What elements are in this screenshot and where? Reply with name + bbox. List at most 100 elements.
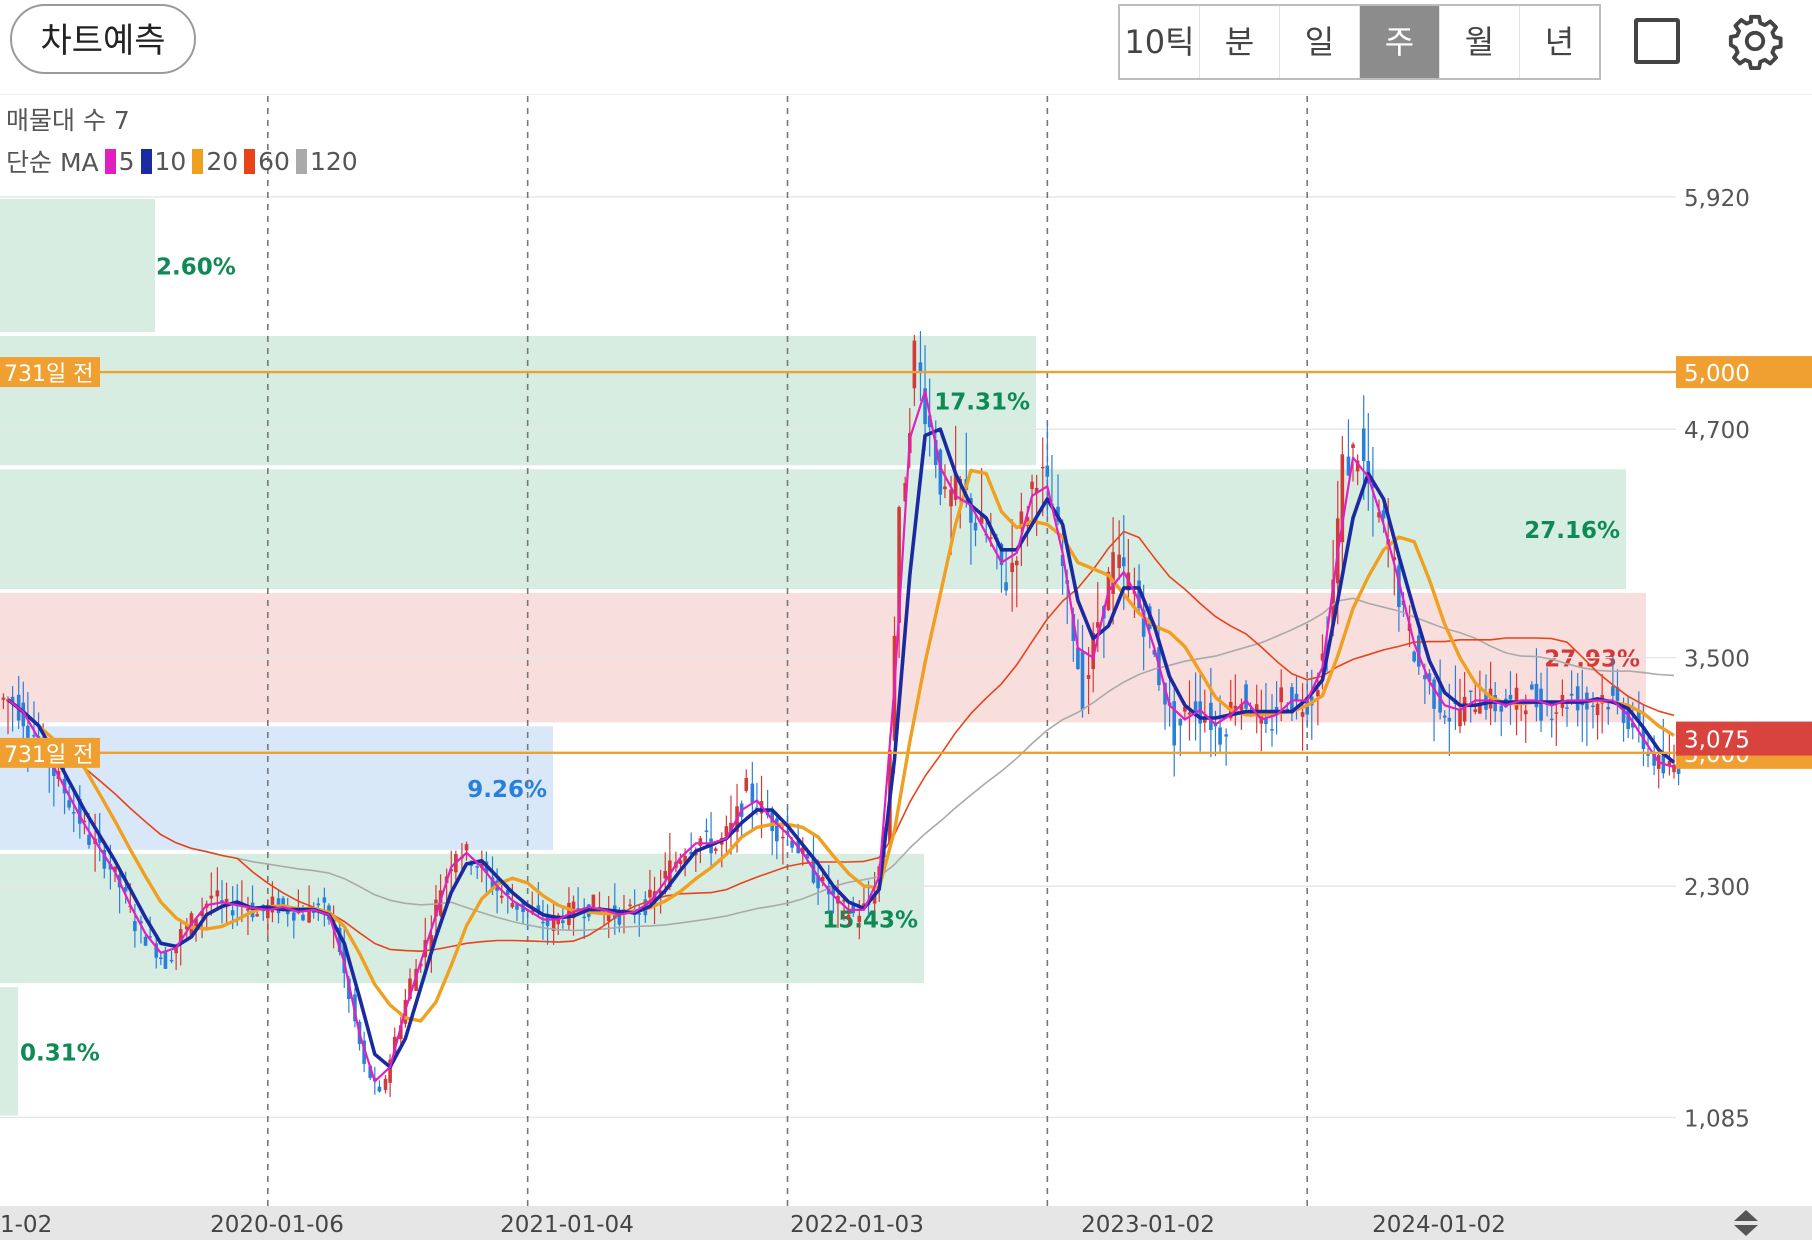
candle-body <box>1499 705 1504 712</box>
ma-legend-period: 60 <box>258 146 290 176</box>
candle-body <box>1595 703 1600 716</box>
candle-body <box>781 836 785 839</box>
x-tick-label: 2023-01-02 <box>1081 1212 1215 1238</box>
candle-body <box>383 1078 388 1091</box>
candle-body <box>1076 647 1080 670</box>
candle-body <box>1004 582 1008 591</box>
candle-body <box>628 904 632 907</box>
candle-body <box>499 895 504 898</box>
candle-body <box>846 914 851 919</box>
candle-body <box>1554 712 1559 714</box>
candle-body <box>209 895 214 899</box>
candle-body <box>1351 444 1355 448</box>
current-price-label: 3,075 <box>1684 728 1750 754</box>
candle-body <box>1569 693 1574 696</box>
candle-body <box>26 725 30 738</box>
candle-body <box>1178 718 1183 726</box>
x-tick-label: 2024-01-02 <box>1372 1212 1506 1238</box>
candle-body <box>1244 684 1248 709</box>
candle-body <box>1316 690 1320 697</box>
candle-body <box>1361 428 1366 462</box>
volume-zone-6 <box>0 987 18 1116</box>
ma-legend-period: 10 <box>154 146 187 176</box>
candle-body <box>1224 734 1228 737</box>
candle-body <box>1473 709 1478 713</box>
candle-body <box>475 866 480 868</box>
candle-body <box>1611 686 1615 696</box>
volume-profile-legend: 매물대 수 7 <box>6 101 130 137</box>
candle-body <box>1508 694 1513 700</box>
candle-body <box>1458 708 1462 727</box>
candle-body <box>67 800 71 808</box>
y-tick-label: 5,920 <box>1684 186 1750 212</box>
candle-body <box>1187 712 1192 715</box>
candle-body <box>1447 717 1452 722</box>
candle-body <box>1565 707 1569 709</box>
candle-body <box>1014 560 1019 566</box>
candle-body <box>1040 466 1045 469</box>
candle-body <box>255 914 259 917</box>
ma-swatch-5 <box>104 148 116 174</box>
candle-body <box>133 921 137 932</box>
reference-price-label: 5,000 <box>1684 361 1750 387</box>
price-chart[interactable]: 2.60%17.31%27.16%27.93%9.26%15.43%0.31%7… <box>0 0 1812 1240</box>
candle-body <box>1030 481 1034 490</box>
candle-body <box>1468 690 1473 693</box>
candle-body <box>159 957 163 959</box>
candle-body <box>1514 687 1519 710</box>
volume-zone-2 <box>0 469 1626 590</box>
y-tick-label: 2,300 <box>1684 875 1750 901</box>
candle-body <box>1432 679 1436 709</box>
candle-body <box>1591 705 1595 708</box>
candle-body <box>1646 754 1650 756</box>
x-tick-label: 2022-01-03 <box>790 1212 924 1238</box>
candle-body <box>1606 706 1611 710</box>
candle-body <box>215 890 220 897</box>
ma-legend: 단순 MA 5 10 20 60 120 <box>6 143 358 179</box>
ma-legend-label: 단순 MA <box>6 148 99 177</box>
candle-body <box>1575 686 1580 711</box>
candle-body <box>1080 651 1085 710</box>
candle-body <box>1294 693 1299 701</box>
candle-body <box>316 903 321 906</box>
candle-body <box>541 921 545 924</box>
candle-body <box>713 848 718 851</box>
candle-body <box>163 950 168 969</box>
reference-tag-label: 731일 전 <box>4 743 93 768</box>
candle-body <box>973 522 978 531</box>
x-tick-label: 1-02 <box>0 1212 52 1238</box>
candle-body <box>1086 675 1091 679</box>
candle-body <box>87 834 91 845</box>
candle-body <box>230 910 235 916</box>
volume-zone-pct: 2.60% <box>156 254 236 280</box>
candle-body <box>32 735 36 737</box>
candle-body <box>1462 696 1467 722</box>
candle-body <box>698 838 703 846</box>
ma-legend-period: 5 <box>118 146 135 176</box>
candle-body <box>1523 710 1528 715</box>
candle-body <box>143 936 148 946</box>
volume-zone-pct: 15.43% <box>822 908 918 934</box>
candle-body <box>1218 727 1222 745</box>
candle-body <box>912 340 917 389</box>
volume-zone-pct: 9.26% <box>467 777 547 803</box>
scroll-arrows-icon[interactable] <box>1726 1208 1766 1238</box>
y-tick-label: 4,700 <box>1684 418 1750 444</box>
candle-body <box>1530 684 1534 690</box>
y-tick-label: 1,085 <box>1684 1106 1750 1132</box>
candle-body <box>1 697 6 700</box>
ma-legend-period: 20 <box>206 146 239 176</box>
candle-body <box>561 920 565 924</box>
x-tick-label: 2021-01-04 <box>500 1212 634 1238</box>
candle-body <box>857 915 862 923</box>
y-tick-label: 3,500 <box>1684 647 1750 673</box>
candle-body <box>949 489 953 507</box>
ma-swatch-120 <box>295 148 307 174</box>
candle-body <box>301 914 305 921</box>
candle-body <box>292 912 296 921</box>
volume-zone-pct: 27.16% <box>1524 518 1620 544</box>
candle-body <box>1010 562 1014 573</box>
volume-profile-label: 매물대 수 7 <box>6 106 130 135</box>
candle-body <box>1045 465 1050 477</box>
candle-body <box>464 844 469 851</box>
